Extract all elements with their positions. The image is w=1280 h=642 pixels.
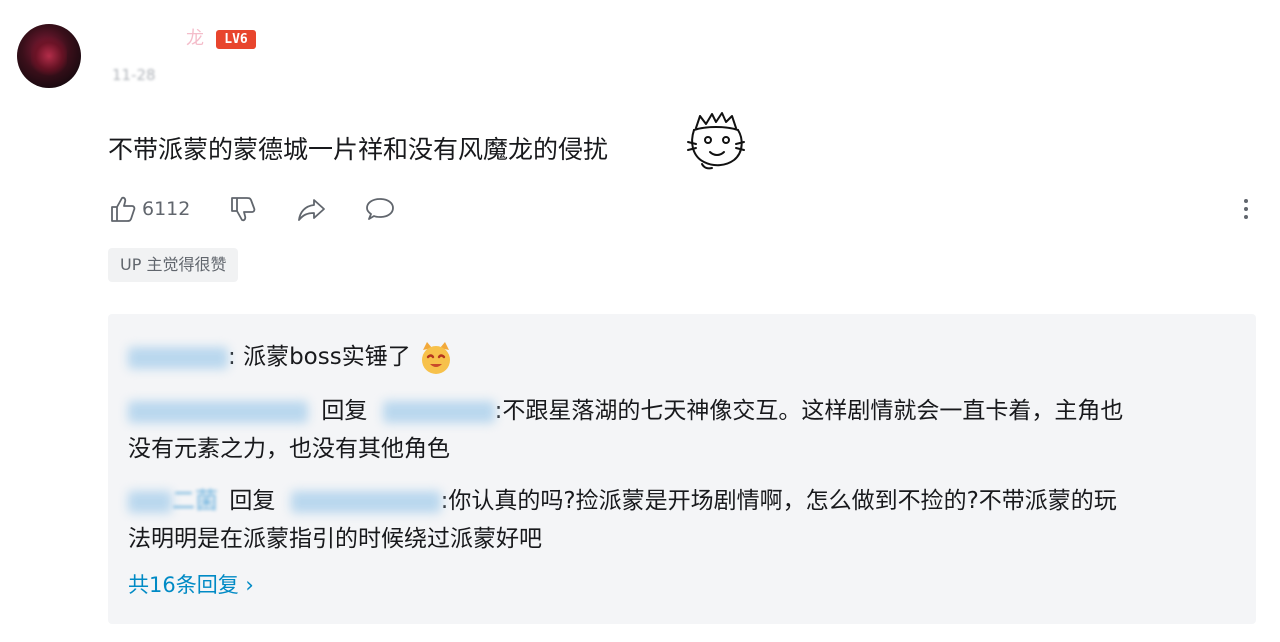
comment-text: 不带派蒙的蒙德城一片祥和没有风魔龙的侵扰 [108, 135, 609, 164]
more-options-icon[interactable] [1236, 196, 1256, 222]
thumbs-down-icon [231, 197, 256, 222]
reply-username-blurred[interactable] [128, 490, 172, 513]
comment-actions: 6112 [108, 192, 396, 226]
reply-text: 派蒙boss实锤了 [243, 344, 411, 370]
comment-time: 11-28 [112, 66, 156, 84]
level-badge: LV6 [216, 30, 256, 49]
reply-text: :不跟星落湖的七天神像交互。这样剧情就会一直卡着，主角也 [494, 398, 1124, 424]
reply-text-continued: 没有元素之力，也没有其他角色 [128, 436, 450, 462]
comment-bubble-icon [366, 198, 395, 220]
reply-username-fragment[interactable]: 二菌 [172, 488, 218, 514]
view-more-replies-link[interactable]: 共16条回复 › [128, 570, 254, 600]
reply-text-continued: 法明明是在派蒙指引的时候绕过派蒙好吧 [128, 526, 542, 552]
like-button[interactable]: 6112 [108, 194, 190, 224]
reply-username-blurred[interactable] [128, 400, 308, 423]
reply-item: : 派蒙boss实锤了 [128, 338, 454, 376]
reply-verb: 回复 [229, 488, 276, 514]
reply-item: 二菌 回复 :你认真的吗?捡派蒙是开场剧情啊，怎么做到不捡的?不带派蒙的玩 [128, 482, 1117, 520]
thumbs-up-icon [111, 196, 136, 222]
reply-text: :你认真的吗?捡派蒙是开场剧情啊，怎么做到不捡的?不带派蒙的玩 [440, 488, 1117, 514]
cat-sticker-icon [687, 112, 745, 170]
reply-button[interactable] [364, 194, 396, 224]
reply-target-blurred[interactable] [382, 400, 495, 423]
like-count: 6112 [142, 198, 191, 220]
up-liked-badge: UP 主觉得很赞 [108, 248, 239, 282]
reply-item: 回复 :不跟星落湖的七天神像交互。这样剧情就会一直卡着，主角也 [128, 392, 1123, 430]
reply-target-blurred[interactable] [290, 490, 441, 513]
reply-username-blurred[interactable] [128, 346, 228, 369]
username-tail[interactable]: 龙 [186, 26, 204, 52]
reply-verb: 回复 [321, 398, 368, 424]
cat-smile-emoji [422, 341, 451, 374]
reply-separator: : [228, 344, 236, 370]
dislike-button[interactable] [228, 194, 258, 224]
share-button[interactable] [296, 194, 328, 224]
share-icon [298, 199, 326, 221]
avatar[interactable] [17, 24, 81, 88]
